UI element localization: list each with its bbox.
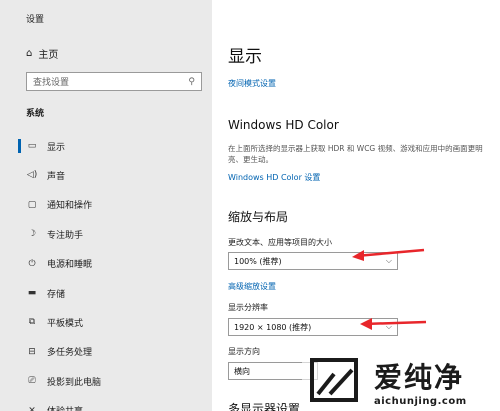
storage-icon: ▬ — [27, 288, 37, 298]
orientation-label: 显示方向 — [228, 347, 260, 356]
notification-icon: ▢ — [27, 199, 37, 210]
watermark-url: aichunjing.com — [374, 396, 467, 407]
sidebar-item[interactable]: ⧉ 平板模式 — [0, 312, 212, 332]
night-light-link[interactable]: 夜间模式设置 — [228, 78, 276, 89]
sidebar-item-label: 多任务处理 — [47, 348, 93, 359]
hd-color-description: 在上面所选择的显示器上获取 HDR 和 WCG 视频、游戏和应用中的画面更明亮、… — [228, 144, 483, 164]
scale-layout-heading: 缩放与布局 — [228, 210, 289, 224]
watermark: 爱纯净 aichunjing.com — [302, 352, 500, 411]
projection-icon: ⎚ — [28, 376, 36, 387]
annotation-arrow — [360, 318, 427, 330]
power-icon: ⏻ — [28, 258, 36, 269]
sidebar-item-label: 显示 — [47, 142, 66, 153]
multi-display-heading: 多显示器设置 — [228, 402, 301, 411]
moon-icon: ☽ — [27, 229, 37, 240]
sidebar-item-label: 平板模式 — [47, 318, 84, 329]
watermark-brand: 爱纯净 — [374, 361, 465, 394]
sidebar-item-label: 通知和操作 — [47, 201, 93, 212]
app-title: 设置 — [26, 15, 45, 25]
sidebar-item-label: 声音 — [47, 171, 66, 182]
search-icon: ⚲ — [188, 76, 195, 87]
sidebar-item[interactable]: ⊟ 多任务处理 — [0, 342, 212, 362]
sidebar-item[interactable]: ✕ 体验共享 — [0, 401, 212, 411]
page-title: 显示 — [228, 47, 262, 67]
orientation-value: 横向 — [234, 366, 250, 376]
sidebar-item-label: 专注助手 — [47, 230, 84, 241]
sidebar-item[interactable]: ▢ 通知和操作 — [0, 195, 212, 215]
tablet-icon: ⧉ — [28, 317, 36, 328]
sidebar-item-label: 投影到此电脑 — [47, 377, 102, 388]
sidebar-item[interactable]: ☽ 专注助手 — [0, 224, 212, 244]
home-icon: ⌂ — [26, 47, 33, 59]
monitor-icon: ▭ — [27, 141, 37, 151]
sidebar-item[interactable]: ⎚ 投影到此电脑 — [0, 371, 212, 391]
multitask-icon: ⊟ — [28, 346, 36, 357]
sidebar-item-label: 电源和睡眠 — [47, 260, 93, 271]
speaker-icon: ◁) — [26, 170, 38, 181]
scale-value: 100% (推荐) — [234, 256, 282, 266]
annotation-arrow — [352, 248, 425, 261]
scale-label: 更改文本、应用等项目的大小 — [228, 238, 332, 247]
resolution-value: 1920 × 1080 (推荐) — [234, 322, 312, 332]
share-icon: ✕ — [28, 405, 36, 411]
sidebar-item[interactable]: ▬ 存储 — [0, 283, 212, 303]
sidebar-item[interactable]: ⏻ 电源和睡眠 — [0, 254, 212, 274]
sidebar: 设置 ⌂ 主页 查找设置 ⚲ 系统 ▭ 显示 ◁) 声音 ▢ 通知和操作 ☽ 专注助手 ⏻ 电源和… — [0, 0, 212, 411]
sidebar-item-label: 存储 — [47, 289, 66, 300]
advanced-scaling-link[interactable]: 高级缩放设置 — [228, 281, 276, 292]
hd-color-settings-link[interactable]: Windows HD Color 设置 — [228, 172, 320, 183]
watermark-logo — [310, 358, 358, 402]
selection-indicator — [18, 139, 21, 153]
sidebar-item[interactable]: ◁) 声音 — [0, 165, 212, 185]
sidebar-item-label: 体验共享 — [47, 404, 83, 411]
section-label-system: 系统 — [26, 109, 45, 119]
resolution-label: 显示分辨率 — [228, 303, 268, 312]
home-label: 主页 — [38, 49, 59, 61]
search-input[interactable]: 查找设置 ⚲ — [26, 72, 202, 91]
sidebar-item[interactable]: ▭ 显示 — [0, 136, 212, 156]
main-panel: 显示 夜间模式设置 Windows HD Color 在上面所选择的显示器上获取… — [212, 0, 500, 411]
sidebar-home[interactable]: ⌂ 主页 — [26, 44, 58, 62]
search-placeholder: 查找设置 — [33, 78, 70, 88]
hd-color-heading: Windows HD Color — [228, 118, 339, 132]
